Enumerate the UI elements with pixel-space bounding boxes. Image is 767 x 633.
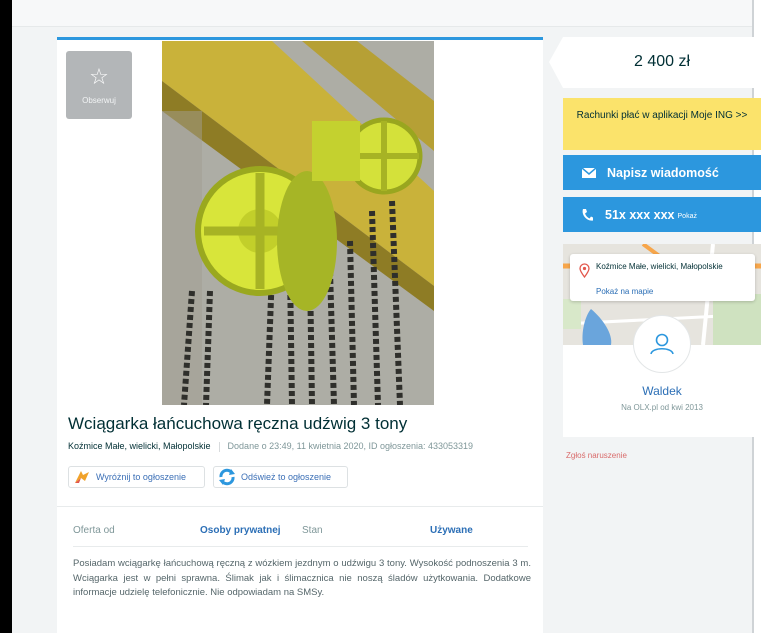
phone-number: 51x xxx xxx <box>605 207 675 222</box>
refresh-label: Odśwież to ogłoszenie <box>241 472 332 482</box>
listing-photo[interactable] <box>162 41 434 405</box>
observe-label: Obserwuj <box>82 95 116 105</box>
user-since: Na OLX.pl od kwi 2013 <box>621 403 703 412</box>
param-value-offer-from[interactable]: Osoby prywatnej <box>200 525 281 536</box>
param-value-condition[interactable]: Używane <box>430 525 473 536</box>
ing-banner[interactable]: Rachunki płać w aplikacji Moje ING >> <box>563 98 761 150</box>
meta-separator <box>218 441 220 452</box>
user-icon <box>650 333 674 355</box>
location-pin-icon <box>579 263 590 283</box>
listing-card: ☆ Obserwuj Wciągarka łańcuchowa ręczna u… <box>57 37 543 633</box>
section-divider <box>57 506 543 507</box>
listing-added-date: Dodane o 23:49, 11 kwietnia 2020, ID ogł… <box>227 441 474 451</box>
listing-meta: Koźmice Małe, wielicki, Małopolskie Dodan… <box>68 441 473 452</box>
listing-title: Wciągarka łańcuchowa ręczna udźwig 3 ton… <box>68 414 408 433</box>
user-card: Koźmice Małe, wielicki, Małopolskie Poka… <box>563 244 761 437</box>
promote-label: Wyróżnij to ogłoszenie <box>96 472 186 482</box>
map-location-text: Koźmice Małe, wielicki, Małopolskie <box>596 262 723 271</box>
phone-show-label: Pokaż <box>677 213 697 220</box>
send-message-button[interactable]: Napisz wiadomość <box>563 155 761 190</box>
listing-description: Posiadam wciągarkę łańcuchową ręczną z w… <box>73 558 531 598</box>
envelope-icon <box>582 167 596 178</box>
refresh-button[interactable]: Odśwież to ogłoszenie <box>213 466 348 488</box>
listing-params: Oferta od Osoby prywatnej Stan Używane <box>73 525 528 545</box>
top-strip <box>12 0 752 27</box>
phone-icon <box>580 208 594 222</box>
photo-chain-hoist <box>162 41 434 405</box>
price-value: 2 400 zł <box>633 53 691 70</box>
promote-icon <box>73 468 91 486</box>
report-link[interactable]: Zgłoś naruszenie <box>566 451 627 460</box>
price-box: 2 400 zł <box>563 37 761 88</box>
send-message-label: Napisz wiadomość <box>607 165 719 180</box>
avatar[interactable] <box>633 315 691 373</box>
param-key-offer-from: Oferta od <box>73 525 115 536</box>
params-divider <box>73 546 528 547</box>
promote-button[interactable]: Wyróżnij to ogłoszenie <box>68 466 205 488</box>
location-bubble: Koźmice Małe, wielicki, Małopolskie Poka… <box>570 254 755 301</box>
refresh-icon <box>218 468 236 486</box>
show-on-map-link[interactable]: Pokaż na mapie <box>596 287 653 296</box>
observe-button[interactable]: ☆ Obserwuj <box>66 51 132 119</box>
show-phone-button[interactable]: 51x xxx xxx Pokaż <box>563 197 761 232</box>
star-icon: ☆ <box>89 63 109 89</box>
param-key-condition: Stan <box>302 525 323 536</box>
window-frame-left <box>0 0 12 633</box>
user-name[interactable]: Waldek <box>563 384 761 398</box>
price-notch <box>549 37 563 88</box>
listing-location[interactable]: Koźmice Małe, wielicki, Małopolskie <box>68 441 211 451</box>
